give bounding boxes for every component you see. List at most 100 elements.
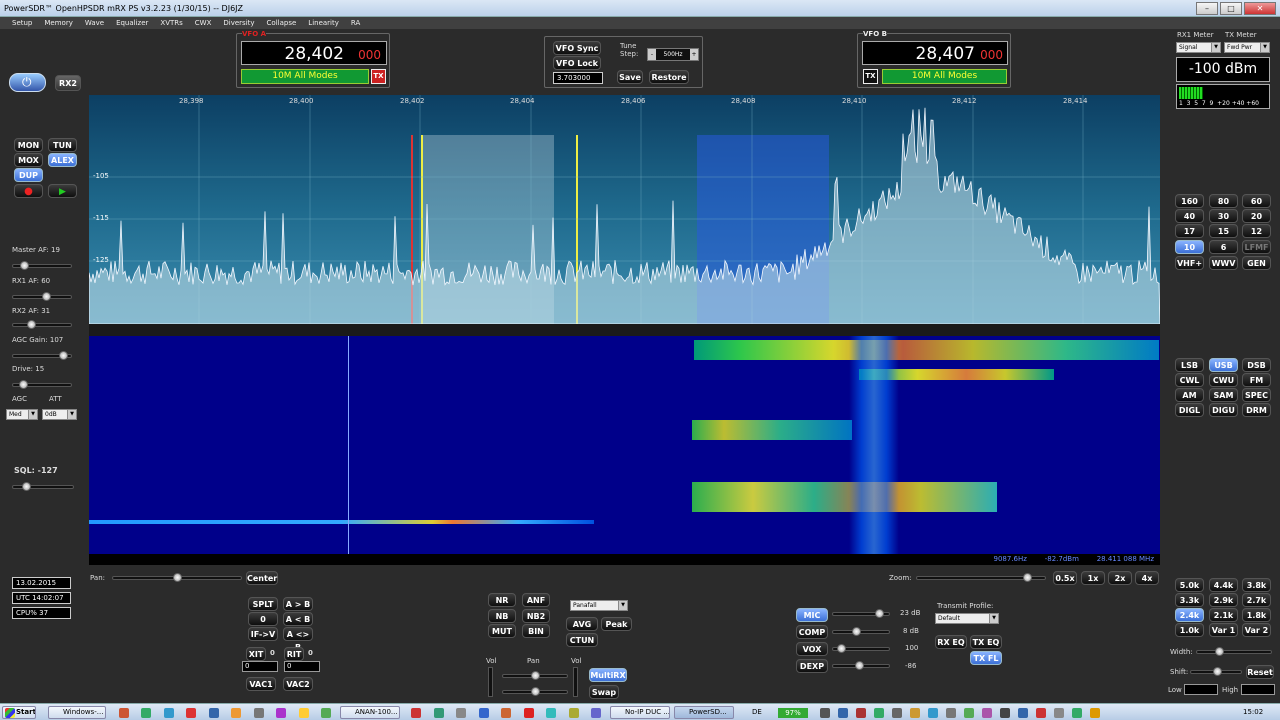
band-30[interactable]: 30 bbox=[1209, 209, 1238, 223]
slider-knob[interactable] bbox=[852, 627, 861, 636]
band-vhf[interactable]: VHF+ bbox=[1175, 256, 1204, 270]
mode-spec[interactable]: SPEC bbox=[1242, 388, 1271, 402]
shift-slider[interactable] bbox=[1190, 667, 1242, 676]
tray-icon[interactable] bbox=[892, 708, 902, 718]
tx-meter-select[interactable]: Fwd Pwr ▼ bbox=[1224, 42, 1270, 53]
app-icon[interactable] bbox=[141, 708, 151, 718]
app-icon[interactable] bbox=[546, 708, 556, 718]
app-icon[interactable] bbox=[254, 708, 264, 718]
menu-setup[interactable]: Setup bbox=[12, 17, 32, 29]
mode-drm[interactable]: DRM bbox=[1242, 403, 1271, 417]
app-icon[interactable] bbox=[321, 708, 331, 718]
clock[interactable]: 15:02 bbox=[1243, 708, 1263, 716]
filter-3-3k[interactable]: 3.3k bbox=[1175, 593, 1204, 607]
band-40[interactable]: 40 bbox=[1175, 209, 1204, 223]
tray-icon[interactable] bbox=[838, 708, 848, 718]
app-icon[interactable] bbox=[524, 708, 534, 718]
zoom-1x[interactable]: 1x bbox=[1081, 571, 1105, 585]
app-icon[interactable] bbox=[231, 708, 241, 718]
app-icon[interactable] bbox=[186, 708, 196, 718]
a-to-b-button[interactable]: A > B bbox=[283, 597, 313, 611]
filter-2-7k[interactable]: 2.7k bbox=[1242, 593, 1271, 607]
menu-xvtrs[interactable]: XVTRs bbox=[160, 17, 182, 29]
filter-4-4k[interactable]: 4.4k bbox=[1209, 578, 1238, 592]
tray-icon[interactable] bbox=[856, 708, 866, 718]
vfo-sync-button[interactable]: VFO Sync bbox=[553, 41, 601, 55]
app-icon[interactable] bbox=[456, 708, 466, 718]
mic-button[interactable]: MIC bbox=[796, 608, 828, 622]
band-10[interactable]: 10 bbox=[1175, 240, 1204, 254]
band-80[interactable]: 80 bbox=[1209, 194, 1238, 208]
dexp-slider[interactable] bbox=[832, 661, 890, 670]
band-20[interactable]: 20 bbox=[1242, 209, 1271, 223]
pan-rx2-slider[interactable] bbox=[502, 687, 568, 696]
tx-eq-button[interactable]: TX EQ bbox=[970, 635, 1002, 649]
mode-cwu[interactable]: CWU bbox=[1209, 373, 1238, 387]
peak-button[interactable]: Peak bbox=[601, 617, 632, 631]
slider-knob[interactable] bbox=[27, 320, 36, 329]
width-slider[interactable] bbox=[1196, 647, 1272, 656]
app-icon[interactable] bbox=[569, 708, 579, 718]
tray-icon[interactable] bbox=[982, 708, 992, 718]
app-icon[interactable] bbox=[276, 708, 286, 718]
freq-entry[interactable]: 3.703000 bbox=[553, 72, 603, 84]
filter-5-0k[interactable]: 5.0k bbox=[1175, 578, 1204, 592]
tray-icon[interactable] bbox=[1054, 708, 1064, 718]
record-button[interactable]: ● bbox=[14, 184, 43, 198]
mox-button[interactable]: MOX bbox=[14, 153, 43, 167]
tray-icon[interactable] bbox=[1036, 708, 1046, 718]
slider-knob[interactable] bbox=[1213, 667, 1222, 676]
app-icon[interactable] bbox=[591, 708, 601, 718]
zoom-slider[interactable] bbox=[916, 573, 1046, 582]
drive-slider[interactable] bbox=[12, 380, 72, 389]
maximize-button[interactable]: □ bbox=[1220, 2, 1242, 15]
vfo-b-tx[interactable]: TX bbox=[863, 69, 878, 84]
agc-select[interactable]: Med ▼ bbox=[6, 409, 38, 420]
vol2-slider[interactable] bbox=[573, 667, 578, 697]
vox-slider[interactable] bbox=[832, 644, 890, 653]
xit-input[interactable]: 0 bbox=[242, 661, 278, 672]
nb2-button[interactable]: NB2 bbox=[522, 609, 550, 623]
tun-button[interactable]: TUN bbox=[48, 138, 77, 152]
app-icon[interactable] bbox=[299, 708, 309, 718]
menu-memory[interactable]: Memory bbox=[44, 17, 72, 29]
app-icon[interactable] bbox=[119, 708, 129, 718]
mode-dsb[interactable]: DSB bbox=[1242, 358, 1271, 372]
high-input[interactable] bbox=[1241, 684, 1275, 695]
mode-lsb[interactable]: LSB bbox=[1175, 358, 1204, 372]
band-15[interactable]: 15 bbox=[1209, 224, 1238, 238]
slider-knob[interactable] bbox=[531, 687, 540, 696]
restore-button[interactable]: Restore bbox=[649, 70, 689, 84]
mon-button[interactable]: MON bbox=[14, 138, 43, 152]
mute-button[interactable]: MUT bbox=[488, 624, 516, 638]
slider-knob[interactable] bbox=[531, 671, 540, 680]
slider-knob[interactable] bbox=[42, 292, 51, 301]
vfo-a-tx[interactable]: TX bbox=[371, 69, 386, 84]
a-swap-b-button[interactable]: A <> B bbox=[283, 627, 313, 652]
band-wwv[interactable]: WWV bbox=[1209, 256, 1238, 270]
tune-step-control[interactable]: -500Hz + bbox=[647, 48, 699, 61]
filter-2-4k[interactable]: 2.4k bbox=[1175, 608, 1204, 622]
app-icon[interactable] bbox=[164, 708, 174, 718]
swap-button[interactable]: Swap bbox=[589, 685, 619, 699]
comp-button[interactable]: COMP bbox=[796, 625, 828, 639]
taskbar-item-anan[interactable]: ANAN-100... bbox=[340, 706, 400, 719]
tune-step-minus-icon[interactable]: - bbox=[648, 49, 656, 60]
tray-icon[interactable] bbox=[964, 708, 974, 718]
pan-slider[interactable] bbox=[112, 573, 242, 582]
zoom-0-5x[interactable]: 0.5x bbox=[1053, 571, 1077, 585]
rx1-meter-select[interactable]: Signal ▼ bbox=[1176, 42, 1221, 53]
b-to-a-button[interactable]: A < B bbox=[283, 612, 313, 626]
mode-digl[interactable]: DIGL bbox=[1175, 403, 1204, 417]
vac1-button[interactable]: VAC1 bbox=[246, 677, 276, 691]
tray-icon[interactable] bbox=[910, 708, 920, 718]
sql-slider[interactable] bbox=[12, 482, 74, 491]
play-button[interactable]: ▶ bbox=[48, 184, 77, 198]
rit-input[interactable]: 0 bbox=[284, 661, 320, 672]
tray-icon[interactable] bbox=[1018, 708, 1028, 718]
tray-icon[interactable] bbox=[1072, 708, 1082, 718]
menu-diversity[interactable]: Diversity bbox=[223, 17, 254, 29]
mode-fm[interactable]: FM bbox=[1242, 373, 1271, 387]
filter-1-8k[interactable]: 1.8k bbox=[1242, 608, 1271, 622]
nb-button[interactable]: NB bbox=[488, 609, 516, 623]
